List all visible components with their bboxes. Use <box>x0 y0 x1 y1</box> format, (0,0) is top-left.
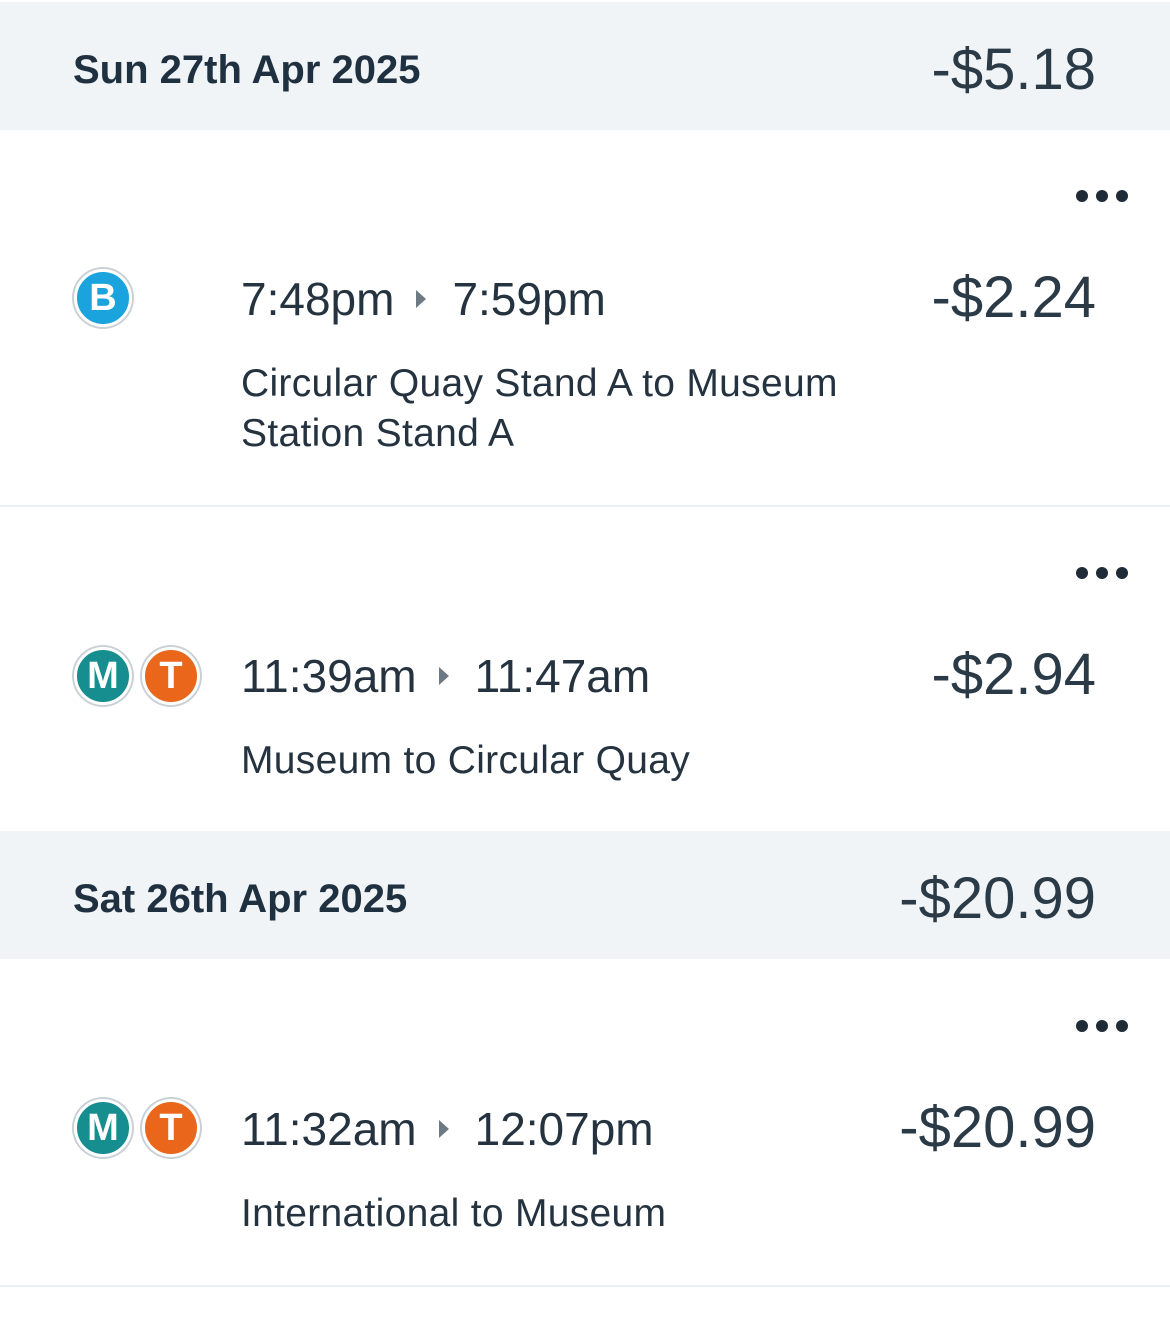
arrive-time: 11:47am <box>474 650 651 702</box>
arrow-right-icon <box>416 290 427 308</box>
trip-fare: -$2.94 <box>931 642 1096 707</box>
mode-icons: M T <box>74 647 200 705</box>
more-options-button[interactable] <box>1076 1016 1128 1036</box>
dot-icon <box>1116 190 1128 202</box>
trip-route: Museum to Circular Quay <box>241 739 691 782</box>
day-total: -$20.99 <box>899 866 1096 931</box>
dot-icon <box>1076 567 1088 579</box>
depart-time: 11:39am <box>241 650 417 702</box>
dot-icon <box>1096 190 1108 202</box>
more-options-button[interactable] <box>1076 563 1128 583</box>
trip-route: Circular Quay Stand A to Museum Station … <box>241 362 838 455</box>
trip-row[interactable]: M T 11:32am 12:07pm -$20.99 Internationa… <box>0 960 1170 1287</box>
arrive-time: 12:07pm <box>474 1103 654 1155</box>
dot-icon <box>1076 190 1088 202</box>
divider <box>0 1285 1170 1287</box>
dot-icon <box>1096 1020 1108 1032</box>
dot-icon <box>1096 567 1108 579</box>
more-options-button[interactable] <box>1076 186 1128 206</box>
trip-times: 11:32am 12:07pm <box>241 1101 654 1157</box>
trip-route: International to Museum <box>241 1192 667 1235</box>
dot-icon <box>1116 1020 1128 1032</box>
arrive-time: 7:59pm <box>452 273 606 325</box>
depart-time: 11:32am <box>241 1103 417 1155</box>
day-header: Sun 27th Apr 2025 -$5.18 <box>0 2 1170 130</box>
trip-row[interactable]: B 7:48pm 7:59pm -$2.24 Circular Quay Sta… <box>0 130 1170 507</box>
depart-time: 7:48pm <box>241 273 395 325</box>
trip-row[interactable]: M T 11:39am 11:47am -$2.94 Museum to Cir… <box>0 507 1170 830</box>
arrow-right-icon <box>438 1120 449 1138</box>
trip-times: 11:39am 11:47am <box>241 648 650 704</box>
trip-fare: -$2.24 <box>931 265 1096 330</box>
arrow-right-icon <box>438 667 449 685</box>
dot-icon <box>1116 567 1128 579</box>
metro-icon: M <box>74 647 132 705</box>
mode-icons: M T <box>74 1099 200 1157</box>
day-total: -$5.18 <box>931 37 1096 102</box>
train-icon: T <box>142 1099 200 1157</box>
metro-icon: M <box>74 1099 132 1157</box>
day-date: Sun 27th Apr 2025 <box>73 48 421 92</box>
day-header: Sat 26th Apr 2025 -$20.99 <box>0 831 1170 959</box>
train-icon: T <box>142 647 200 705</box>
trip-fare: -$20.99 <box>899 1095 1096 1160</box>
day-date: Sat 26th Apr 2025 <box>73 877 408 921</box>
bus-icon: B <box>74 269 132 327</box>
trip-history-list: Sun 27th Apr 2025 -$5.18 B 7:48pm 7:59pm… <box>0 0 1170 1329</box>
mode-icons: B <box>74 269 132 327</box>
trip-times: 7:48pm 7:59pm <box>241 271 606 327</box>
dot-icon <box>1076 1020 1088 1032</box>
